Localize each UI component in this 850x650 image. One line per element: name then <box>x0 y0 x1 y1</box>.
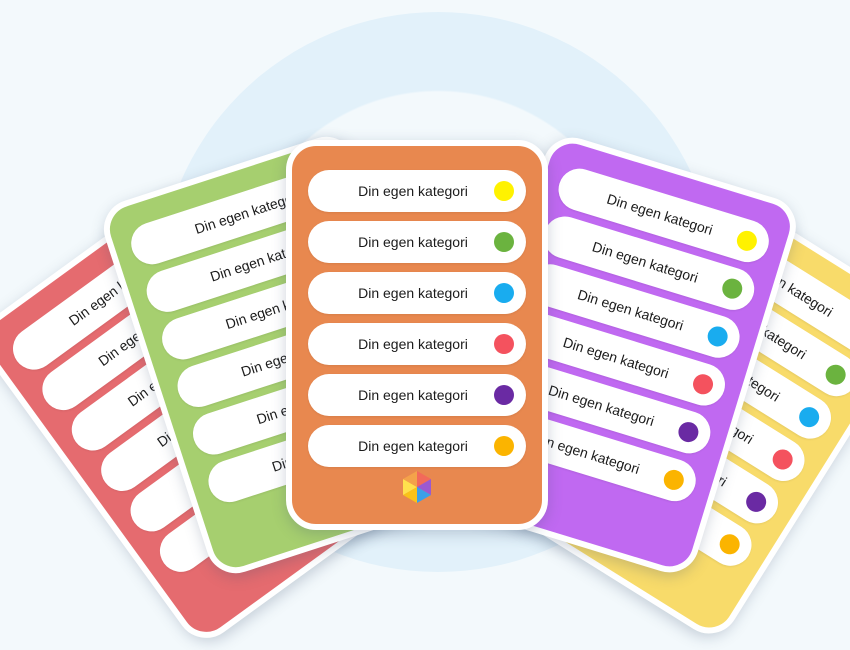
category-row[interactable]: Din egen kategori <box>308 221 526 263</box>
category-card-orange[interactable]: Din egen kategori Din egen kategori Din … <box>286 140 548 530</box>
category-label: Din egen kategori <box>358 285 468 301</box>
category-label: Din egen kategori <box>358 234 468 250</box>
color-dot-yellow <box>494 181 514 201</box>
category-row[interactable]: Din egen kategori <box>308 323 526 365</box>
category-row[interactable]: Din egen kategori <box>308 425 526 467</box>
color-dot-red <box>494 334 514 354</box>
category-row[interactable]: Din egen kategori <box>308 272 526 314</box>
category-label: Din egen kategori <box>358 387 468 403</box>
category-row[interactable]: Din egen kategori <box>308 170 526 212</box>
category-row[interactable]: Din egen kategori <box>308 374 526 416</box>
color-dot-purple <box>494 385 514 405</box>
color-dot-orange <box>494 436 514 456</box>
brand-logo-icon <box>403 471 431 503</box>
category-label: Din egen kategori <box>358 438 468 454</box>
category-label: Din egen kategori <box>358 183 468 199</box>
color-dot-green <box>494 232 514 252</box>
category-label: Din egen kategori <box>358 336 468 352</box>
color-dot-blue <box>494 283 514 303</box>
